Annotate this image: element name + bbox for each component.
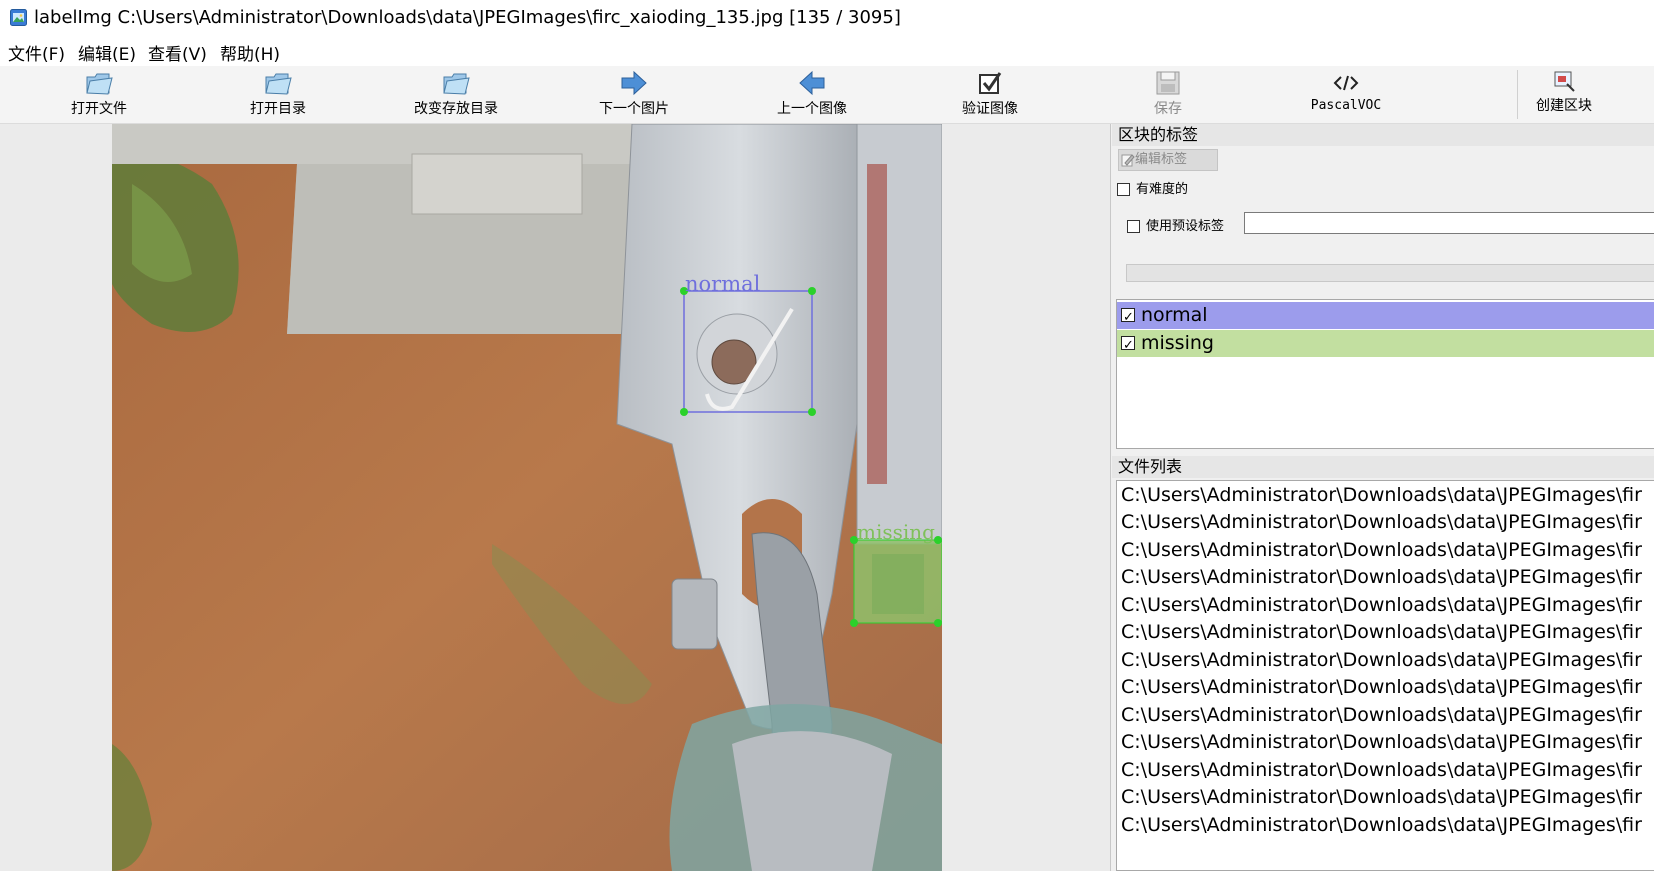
save-icon xyxy=(1156,71,1180,95)
file-list-item[interactable]: C:\Users\Administrator\Downloads\data\JP… xyxy=(1121,565,1642,590)
toolbar: 打开文件 打开目录 改变存放目录 下一个图片 上一个图像 验证图像 保存 Pas… xyxy=(0,66,1654,124)
folder-open-icon xyxy=(86,73,113,95)
next-image-label: 下一个图片 xyxy=(599,101,669,117)
change-save-dir-label: 改变存放目录 xyxy=(414,101,498,117)
prev-image-button[interactable]: 上一个图像 xyxy=(737,66,887,123)
default-label-input[interactable] xyxy=(1244,212,1654,234)
image-canvas[interactable]: normal missing xyxy=(0,124,1111,871)
missing-nut xyxy=(872,554,924,614)
bbox-normal-label: normal xyxy=(685,272,761,296)
right-dock: 区块的标签 编辑标签 有难度的 使用预设标签 normal missing 文件… xyxy=(1112,124,1654,871)
label-item-normal[interactable]: normal xyxy=(1117,302,1654,331)
edit-label-text: 编辑标签 xyxy=(1135,152,1188,167)
file-list-item[interactable]: C:\Users\Administrator\Downloads\data\JP… xyxy=(1121,483,1642,508)
file-list-item[interactable]: C:\Users\Administrator\Downloads\data\JP… xyxy=(1121,703,1642,728)
verify-image-button[interactable]: 验证图像 xyxy=(915,66,1065,123)
file-list-item[interactable]: C:\Users\Administrator\Downloads\data\JP… xyxy=(1121,510,1642,535)
labelimg-app-icon xyxy=(10,9,27,26)
label-item-text: normal xyxy=(1141,304,1208,326)
insulator-cap xyxy=(732,731,892,871)
file-list-item[interactable]: C:\Users\Administrator\Downloads\data\JP… xyxy=(1121,620,1642,645)
create-box-label: 创建区块 xyxy=(1536,98,1592,114)
file-list-item[interactable]: C:\Users\Administrator\Downloads\data\JP… xyxy=(1121,675,1642,700)
checkbox-checked[interactable] xyxy=(1121,332,1135,359)
create-box-button[interactable]: 创建区块 xyxy=(1504,66,1624,123)
rust-stripe xyxy=(867,164,887,484)
format-pascalvoc-button[interactable]: PascalVOC xyxy=(1271,66,1421,123)
difficult-label: 有难度的 xyxy=(1136,182,1189,197)
open-file-label: 打开文件 xyxy=(71,101,127,117)
file-list-item[interactable]: C:\Users\Administrator\Downloads\data\JP… xyxy=(1121,730,1642,755)
folder-open-icon xyxy=(443,73,470,95)
file-list[interactable]: C:\Users\Administrator\Downloads\data\JP… xyxy=(1116,480,1654,871)
use-default-label-text: 使用预设标签 xyxy=(1146,219,1225,234)
menu-help[interactable]: 帮助(H) xyxy=(220,40,280,65)
file-list-item[interactable]: C:\Users\Administrator\Downloads\data\JP… xyxy=(1121,593,1642,618)
menu-bar: 文件(F) 编辑(E) 查看(V) 帮助(H) xyxy=(0,36,1654,66)
title-bar: labelImg C:\Users\Administrator\Download… xyxy=(0,0,1654,36)
window-title: labelImg C:\Users\Administrator\Download… xyxy=(34,7,901,28)
bbox-handle[interactable] xyxy=(850,619,858,627)
label-list[interactable]: normal missing xyxy=(1116,299,1654,449)
open-dir-label: 打开目录 xyxy=(250,101,306,117)
use-default-label-checkbox[interactable]: 使用预设标签 xyxy=(1127,215,1224,234)
label-item-missing[interactable]: missing xyxy=(1117,330,1654,359)
concrete-block xyxy=(411,153,583,215)
hex-nut xyxy=(671,578,718,650)
bbox-handle[interactable] xyxy=(934,536,942,544)
file-list-item[interactable]: C:\Users\Administrator\Downloads\data\JP… xyxy=(1121,538,1642,563)
file-list-item[interactable]: C:\Users\Administrator\Downloads\data\JP… xyxy=(1121,813,1642,838)
save-button[interactable]: 保存 xyxy=(1093,66,1243,123)
label-item-text: missing xyxy=(1141,332,1214,354)
checkbox-verify-icon xyxy=(979,72,1002,94)
annotated-photo[interactable]: normal missing xyxy=(112,124,942,871)
file-list-item[interactable]: C:\Users\Administrator\Downloads\data\JP… xyxy=(1121,758,1642,783)
code-tag-icon xyxy=(1333,75,1359,91)
checkbox-checked[interactable] xyxy=(1121,304,1135,331)
open-dir-button[interactable]: 打开目录 xyxy=(203,66,353,123)
bbox-handle[interactable] xyxy=(808,287,816,295)
prev-image-label: 上一个图像 xyxy=(777,101,847,117)
arrow-right-icon xyxy=(621,70,647,96)
edit-label-button[interactable]: 编辑标签 xyxy=(1118,149,1218,171)
open-file-button[interactable]: 打开文件 xyxy=(24,66,174,123)
change-save-dir-button[interactable]: 改变存放目录 xyxy=(381,66,531,123)
format-label: PascalVOC xyxy=(1310,98,1382,113)
bbox-handle[interactable] xyxy=(934,619,942,627)
difficult-checkbox[interactable]: 有难度的 xyxy=(1117,178,1188,197)
save-label: 保存 xyxy=(1154,101,1182,117)
arrow-left-icon xyxy=(799,70,825,96)
create-box-icon xyxy=(1554,71,1575,92)
edit-icon xyxy=(1121,153,1135,167)
file-list-item[interactable]: C:\Users\Administrator\Downloads\data\JP… xyxy=(1121,785,1642,810)
menu-edit[interactable]: 编辑(E) xyxy=(78,40,136,65)
bbox-handle[interactable] xyxy=(680,408,688,416)
bbox-handle[interactable] xyxy=(808,408,816,416)
menu-file[interactable]: 文件(F) xyxy=(8,40,65,65)
file-list-item[interactable]: C:\Users\Administrator\Downloads\data\JP… xyxy=(1121,648,1642,673)
folder-open-icon xyxy=(265,73,292,95)
next-image-button[interactable]: 下一个图片 xyxy=(559,66,709,123)
verify-image-label: 验证图像 xyxy=(962,101,1018,117)
checkbox-unchecked[interactable] xyxy=(1117,183,1130,196)
bbox-missing-label: missing xyxy=(857,520,935,544)
menu-view[interactable]: 查看(V) xyxy=(148,40,207,65)
checkbox-unchecked[interactable] xyxy=(1127,220,1140,233)
label-filter-combobox[interactable] xyxy=(1126,264,1654,282)
box-labels-title: 区块的标签 xyxy=(1112,124,1654,146)
file-list-title: 文件列表 xyxy=(1112,456,1654,478)
